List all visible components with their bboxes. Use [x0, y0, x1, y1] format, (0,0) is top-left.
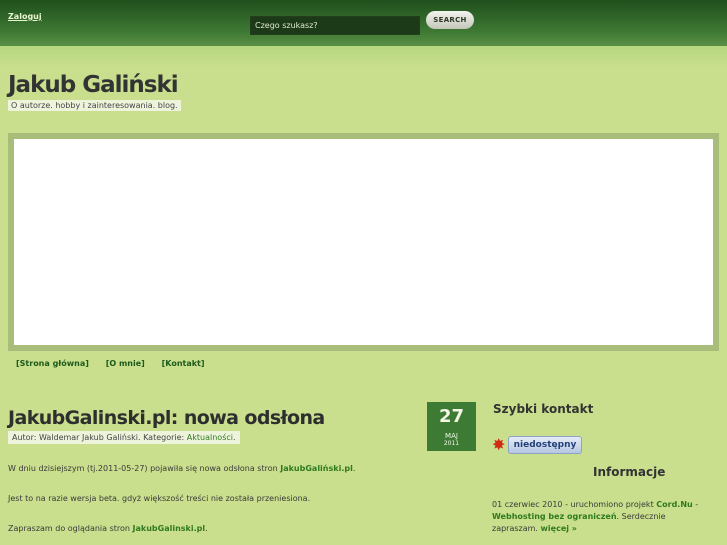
nav-item-home[interactable]: [Strona główna] — [16, 359, 89, 368]
nav-item-about[interactable]: [O mnie] — [106, 359, 145, 368]
post-p1-text: W dniu dzisiejszym (tj.2011-05-27) pojaw… — [8, 464, 281, 473]
post-category-link[interactable]: Aktualności — [187, 433, 233, 442]
post-p3-end: . — [205, 524, 208, 533]
post-meta: Autor: Waldemar Jakub Galiński. Kategori… — [8, 431, 240, 444]
nav-item-contact[interactable]: [Kontakt] — [162, 359, 205, 368]
post-date-day: 27 — [438, 406, 465, 427]
post-p3-link[interactable]: JakubGalinski.pl — [133, 524, 206, 533]
info-text-start: 01 czerwiec 2010 - uruchomiono projekt — [492, 500, 657, 509]
post-date-month: MAJ — [445, 432, 458, 440]
site-title[interactable]: Jakub Galiński — [8, 72, 179, 98]
quick-contact-title: Szybki kontakt — [493, 402, 594, 416]
banner-frame — [8, 133, 719, 351]
main-nav: [Strona główna] [O mnie] [Kontakt] — [16, 359, 219, 368]
post-title[interactable]: JakubGalinski.pl: nowa odsłona — [8, 407, 325, 429]
post-p3-text: Zapraszam do oglądania stron — [8, 524, 133, 533]
post-p1-link[interactable]: JakubGaliński.pl — [280, 464, 353, 473]
post-p1-end: . — [352, 464, 356, 473]
site-tagline: O autorze. hobby i zainteresowania. blog… — [8, 100, 181, 111]
info-more-link[interactable]: więcej » — [541, 524, 577, 533]
status-button[interactable]: niedostępny — [508, 436, 582, 454]
post-date-badge: 27 MAJ 2011 — [427, 402, 476, 451]
post-meta-end: . — [233, 433, 236, 442]
info-link-cord[interactable]: Cord.Nu — [656, 500, 692, 509]
search-input[interactable]: Czego szukasz? — [250, 16, 420, 35]
info-dash: - — [692, 500, 699, 509]
info-title: Informacje — [593, 465, 666, 479]
post-paragraph-3: Zapraszam do oglądania stron JakubGalins… — [8, 524, 208, 533]
post-paragraph-1: W dniu dzisiejszym (tj.2011-05-27) pojaw… — [8, 464, 355, 473]
banner-image — [14, 139, 713, 345]
login-link[interactable]: Zaloguj — [8, 12, 42, 21]
post-paragraph-2: Jest to na razie wersja beta. gdyż więks… — [8, 494, 311, 503]
post-date-year: 2011 — [443, 440, 460, 447]
info-text: 01 czerwiec 2010 - uruchomiono projekt C… — [492, 499, 702, 535]
post-meta-text: Autor: Waldemar Jakub Galiński. Kategori… — [12, 433, 187, 442]
top-bar-shadow — [0, 46, 727, 68]
search-button[interactable]: SEARCH — [426, 11, 474, 29]
info-link-webhosting[interactable]: Webhosting bez ograniczeń — [492, 512, 617, 521]
star-burst-icon: ✸ — [492, 435, 506, 454]
